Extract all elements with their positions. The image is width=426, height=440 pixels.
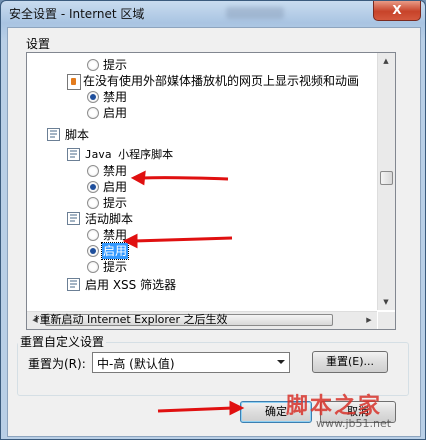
annotation-arrow-ok xyxy=(157,406,234,413)
annotation-overlay xyxy=(122,170,245,416)
annotation-arrow-java-enable xyxy=(141,176,229,181)
annotation-arrowhead xyxy=(122,233,138,249)
annotation-arrowhead xyxy=(130,170,146,186)
annotation-arrow-active-enable xyxy=(133,236,233,243)
annotation-arrowhead xyxy=(229,400,245,416)
watermark-brand: 脚本之家 xyxy=(286,394,383,419)
watermark-url: www.jb51.net xyxy=(316,417,392,430)
